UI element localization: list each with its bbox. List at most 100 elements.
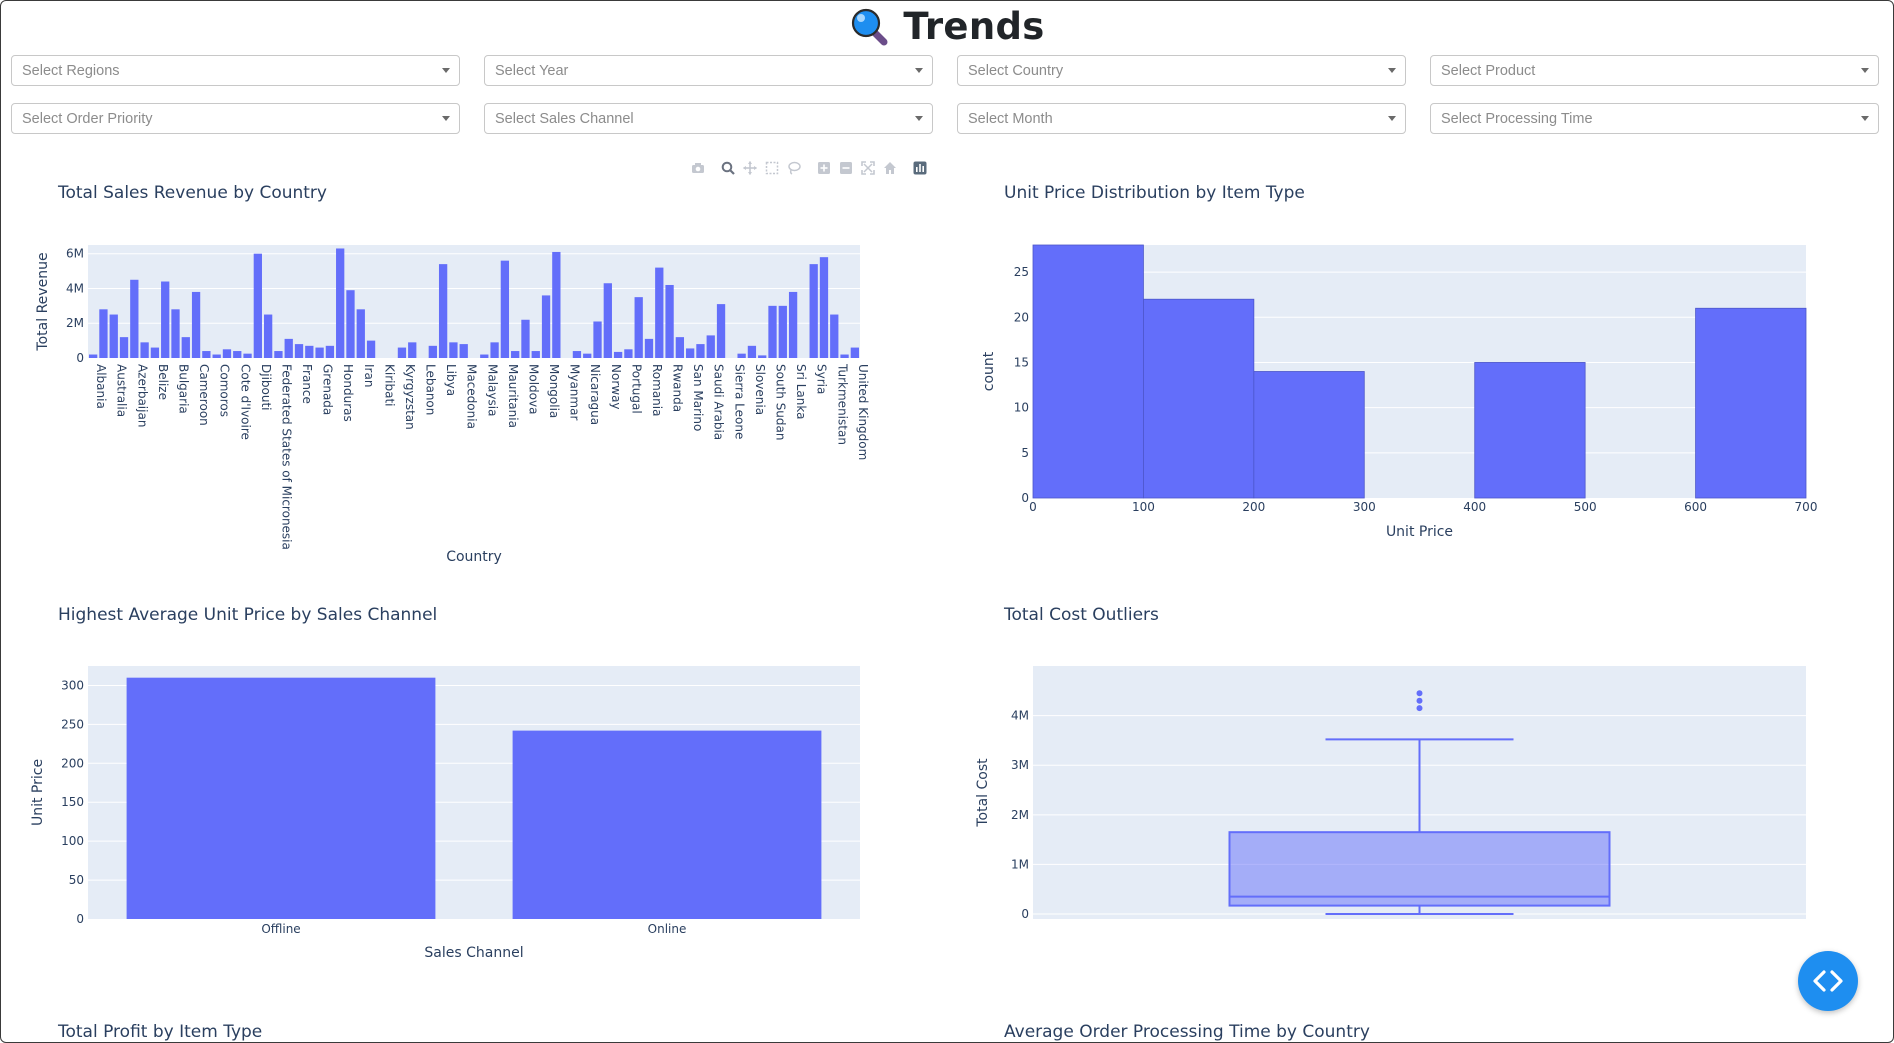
y-tick-label: 0: [76, 912, 84, 926]
y-axis-title: Unit Price: [30, 759, 46, 826]
y-tick-label: 20: [1014, 310, 1029, 324]
bar: [644, 338, 654, 358]
x-tick-label: Nicaragua: [588, 364, 602, 425]
x-tick-label: San Marino: [691, 364, 705, 431]
product-dropdown[interactable]: Select Product: [1430, 55, 1879, 86]
x-tick-label: France: [300, 364, 314, 404]
x-tick-label: Norway: [609, 364, 623, 410]
country-dropdown[interactable]: Select Country: [957, 55, 1406, 86]
x-tick-label: Belize: [156, 364, 170, 400]
x-tick-label: 600: [1684, 500, 1707, 514]
y-tick-label: 5: [1021, 446, 1029, 460]
y-axis-title: count: [981, 351, 997, 391]
bar: [613, 351, 623, 358]
code-toggle-button[interactable]: [1798, 951, 1858, 1011]
interquartile-box: [1228, 831, 1611, 907]
histogram-bar: [1143, 298, 1255, 499]
x-tick-label: Kyrgyzstan: [403, 364, 417, 430]
bar: [150, 347, 160, 358]
bar: [161, 281, 170, 358]
month-dropdown[interactable]: Select Month: [957, 103, 1406, 134]
y-tick-label: 100: [61, 834, 84, 848]
dropdown-placeholder: Select Processing Time: [1441, 111, 1593, 127]
bar: [336, 248, 345, 358]
bar: [274, 351, 283, 358]
bar: [346, 290, 355, 358]
bar: [840, 354, 849, 358]
bar: [696, 344, 705, 358]
x-tick-label: 700: [1795, 500, 1818, 514]
chevron-down-icon: [915, 116, 923, 121]
bar: [665, 284, 674, 358]
x-axis-title: Sales Channel: [424, 945, 523, 961]
bar: [675, 337, 685, 358]
sales-channel-dropdown[interactable]: Select Sales Channel: [484, 103, 933, 134]
app-window: Trends Select Regions Select Year Select…: [0, 0, 1894, 1043]
chevron-down-icon: [1388, 116, 1396, 121]
x-tick-label: Libya: [444, 364, 458, 396]
regions-dropdown[interactable]: Select Regions: [11, 55, 460, 86]
x-tick-label: Portugal: [629, 364, 643, 414]
bar: [449, 342, 458, 358]
order-priority-dropdown[interactable]: Select Order Priority: [11, 103, 460, 134]
bar: [294, 344, 304, 358]
bar: [202, 351, 211, 358]
bar: [428, 345, 437, 358]
bar: [397, 347, 407, 358]
bar: [140, 342, 149, 358]
chevron-down-icon: [1861, 68, 1869, 73]
bar: [109, 314, 118, 358]
profit-by-item-type-title: Total Profit by Item Type: [57, 1022, 262, 1042]
x-tick-label: Kiribati: [382, 364, 396, 406]
chevron-down-icon: [442, 116, 450, 121]
bar: [315, 347, 324, 358]
x-tick-label: Slovenia: [753, 364, 767, 415]
year-dropdown[interactable]: Select Year: [484, 55, 933, 86]
x-tick-label: Myanmar: [568, 364, 582, 420]
bar: [305, 345, 314, 358]
x-tick-label: Comoros: [218, 364, 232, 417]
page-header: Trends: [1, 5, 1893, 49]
bar: [850, 347, 859, 358]
avg-processing-time-title: Average Order Processing Time by Country: [1004, 1022, 1370, 1042]
chart-title: Total Cost Outliers: [1003, 605, 1159, 625]
processing-time-dropdown[interactable]: Select Processing Time: [1430, 103, 1879, 134]
bar: [768, 305, 777, 358]
x-tick-label: United Kingdom: [856, 364, 870, 460]
bar: [747, 345, 757, 358]
bar: [126, 677, 436, 919]
x-tick-label: Lebanon: [424, 364, 438, 415]
x-tick-label: Rwanda: [671, 364, 685, 412]
x-tick-label: Saudi Arabia: [712, 364, 726, 440]
bar: [212, 354, 221, 358]
chevron-down-icon: [1861, 116, 1869, 121]
x-tick-label: Malaysia: [485, 364, 499, 416]
bar: [511, 351, 520, 358]
x-tick-label: 300: [1353, 500, 1376, 514]
bar: [521, 319, 530, 358]
chart-title: Unit Price Distribution by Item Type: [1004, 183, 1305, 203]
x-tick-label: Syria: [815, 364, 829, 394]
dropdown-placeholder: Select Year: [495, 63, 569, 79]
x-tick-label: Romania: [650, 364, 664, 416]
bar: [758, 355, 767, 358]
bar: [819, 257, 829, 358]
bar: [408, 342, 417, 358]
histogram-bar: [1032, 244, 1144, 499]
bottom-chart-titles: Total Profit by Item Type Average Order …: [57, 1022, 1370, 1042]
dropdown-placeholder: Select Country: [968, 63, 1064, 79]
bar: [655, 267, 664, 358]
bar: [366, 340, 376, 358]
code-icon: [1813, 970, 1843, 992]
x-tick-label: Turkmenistan: [835, 363, 849, 445]
histogram-bar: [1695, 307, 1807, 499]
x-tick-label: Iran: [362, 364, 376, 387]
y-axis-title: Total Cost: [975, 758, 991, 828]
bar: [119, 337, 129, 358]
y-tick-label: 150: [61, 795, 84, 809]
x-tick-label: Cameroon: [197, 364, 211, 426]
bar: [778, 305, 787, 358]
bar: [243, 353, 252, 358]
y-tick-label: 4M: [66, 281, 84, 295]
bar: [686, 348, 695, 358]
